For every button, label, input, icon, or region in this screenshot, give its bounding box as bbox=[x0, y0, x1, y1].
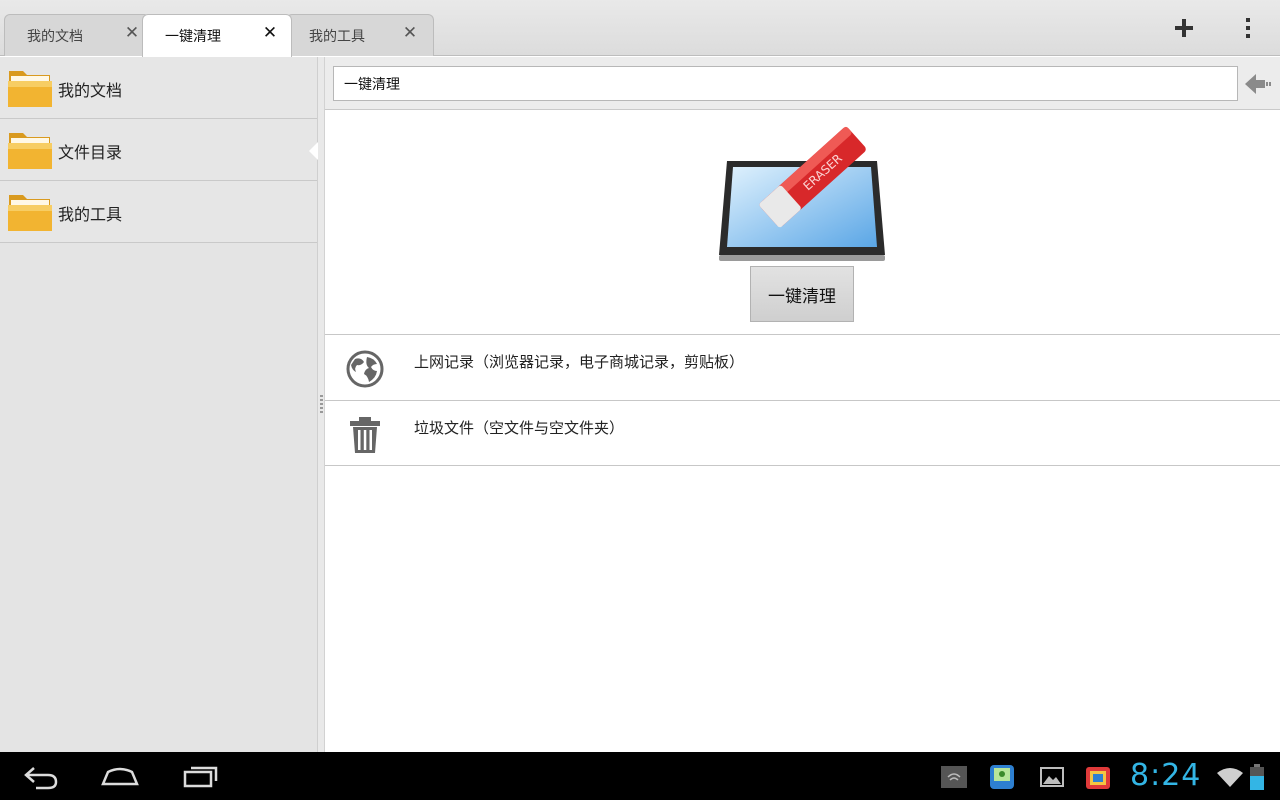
tab-label: 我的文档 bbox=[27, 29, 83, 45]
tab-label: 我的工具 bbox=[309, 29, 365, 45]
tab-my-tools[interactable]: 我的工具 ✕ bbox=[286, 14, 434, 56]
list-item-web-history[interactable]: 上网记录（浏览器记录，电子商城记录，剪贴板） bbox=[325, 334, 1280, 400]
clean-hero: ERASER 一键清理 bbox=[325, 111, 1280, 335]
sidebar-item-my-documents[interactable]: 我的文档 bbox=[0, 57, 317, 119]
folder-icon bbox=[8, 195, 52, 231]
drag-handle-icon[interactable] bbox=[320, 395, 323, 415]
folder-icon bbox=[8, 71, 52, 107]
close-icon[interactable]: ✕ bbox=[123, 23, 141, 43]
app-notification-icon[interactable] bbox=[988, 764, 1016, 790]
tab-label: 一键清理 bbox=[165, 29, 221, 45]
clock: 8:24 bbox=[1130, 758, 1202, 793]
wifi-icon bbox=[1217, 768, 1243, 787]
path-input[interactable] bbox=[333, 66, 1238, 101]
selection-pointer bbox=[309, 142, 318, 160]
list-item-label: 上网记录（浏览器记录，电子商城记录，剪贴板） bbox=[414, 353, 745, 371]
tab-one-click-clean[interactable]: 一键清理 ✕ bbox=[142, 14, 292, 57]
overflow-menu-icon[interactable] bbox=[1238, 14, 1258, 42]
pane-splitter[interactable] bbox=[318, 57, 325, 752]
path-bar bbox=[325, 57, 1280, 110]
folder-icon bbox=[8, 133, 52, 169]
recent-apps-icon[interactable] bbox=[182, 762, 220, 790]
sidebar-item-label: 我的文档 bbox=[58, 81, 123, 100]
main-pane: ERASER 一键清理 上网记录（浏览器记录，电子商城记录，剪贴板） 垃圾文件（… bbox=[325, 57, 1280, 752]
eraser-icon: ERASER bbox=[719, 126, 885, 261]
trash-icon bbox=[350, 417, 380, 453]
add-tab-icon[interactable] bbox=[1170, 14, 1198, 42]
wifi-notification-icon[interactable] bbox=[940, 764, 968, 790]
tab-my-documents[interactable]: 我的文档 ✕ bbox=[4, 14, 150, 56]
system-nav-bar: 8:24 bbox=[0, 752, 1280, 800]
image-notification-icon[interactable] bbox=[1038, 764, 1066, 790]
sidebar-item-label: 文件目录 bbox=[58, 143, 123, 162]
list-item-junk-files[interactable]: 垃圾文件（空文件与空文件夹） bbox=[325, 400, 1280, 466]
sidebar: 我的文档 文件目录 我的工具 bbox=[0, 57, 318, 752]
one-click-clean-button[interactable]: 一键清理 bbox=[750, 266, 854, 322]
sidebar-item-my-tools[interactable]: 我的工具 bbox=[0, 181, 317, 243]
back-arrow-icon[interactable] bbox=[1243, 71, 1273, 97]
close-icon[interactable]: ✕ bbox=[261, 23, 279, 43]
back-icon[interactable] bbox=[22, 762, 60, 790]
sidebar-item-label: 我的工具 bbox=[58, 205, 123, 224]
store-notification-icon[interactable] bbox=[1084, 764, 1112, 790]
list-item-label: 垃圾文件（空文件与空文件夹） bbox=[414, 419, 625, 437]
tab-bar: 我的文档 ✕ 我的工具 ✕ 一键清理 ✕ bbox=[0, 0, 1280, 57]
sidebar-item-file-directory[interactable]: 文件目录 bbox=[0, 119, 318, 181]
home-icon[interactable] bbox=[100, 762, 140, 790]
battery-icon bbox=[1250, 764, 1264, 790]
globe-icon bbox=[346, 350, 384, 388]
close-icon[interactable]: ✕ bbox=[401, 23, 419, 43]
